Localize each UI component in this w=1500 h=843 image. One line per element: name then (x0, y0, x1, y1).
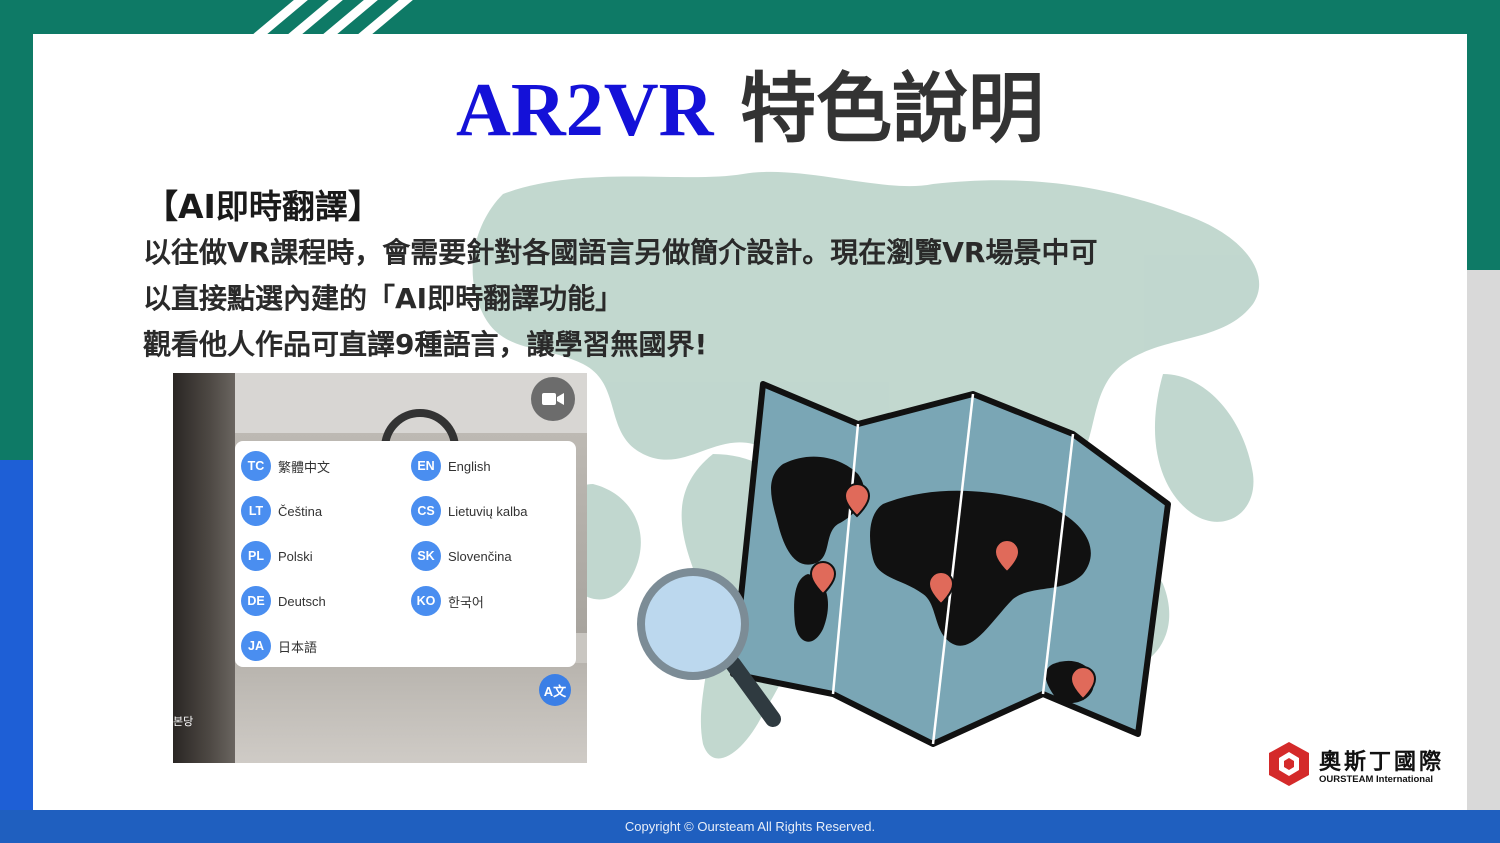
language-code-badge: EN (411, 451, 441, 481)
description-line: 以往做VR課程時，會需要針對各國語言另做簡介設計。現在瀏覽VR場景中可 (143, 236, 1098, 269)
language-option-tc[interactable]: TC 繁體中文 (241, 449, 330, 483)
language-name: English (448, 458, 491, 474)
cathedral-wall (173, 373, 235, 763)
location-label: 본당 (173, 715, 194, 728)
language-option-pl[interactable]: PL Polski (241, 539, 313, 573)
language-option-cs[interactable]: CS Lietuvių kalba (411, 494, 528, 528)
language-name: Deutsch (278, 593, 326, 609)
logo-cube-icon (1269, 742, 1309, 786)
slide-canvas: AR2VR 特色說明 【AI即時翻譯】 以往做VR課程時，會需要針對各國語言另做… (33, 34, 1467, 810)
language-code-badge: PL (241, 541, 271, 571)
vr-screenshot: TC 繁體中文 EN English LT Čeština CS Lietuvi… (173, 373, 587, 763)
copyright-text: Copyright © Oursteam All Rights Reserved… (624, 819, 876, 834)
language-name: 繁體中文 (278, 459, 331, 475)
language-name: Polski (278, 548, 313, 564)
translate-button[interactable]: A文 (539, 674, 571, 706)
language-option-lt[interactable]: LT Čeština (241, 494, 322, 528)
language-option-ja[interactable]: JA 日本語 (241, 629, 317, 663)
language-code-badge: TC (241, 451, 271, 481)
map-illustration (637, 381, 1171, 747)
logo-subtitle: OURSTEAM International (1319, 774, 1434, 785)
ground (173, 663, 587, 763)
section-subtitle: 【AI即時翻譯】 (145, 187, 381, 226)
language-code-badge: CS (411, 496, 441, 526)
language-name: Čeština (278, 503, 323, 519)
language-name: 日本語 (278, 639, 318, 655)
company-logo: 奧斯丁國際 OURSTEAM International (1267, 740, 1457, 794)
language-name: Slovenčina (448, 548, 512, 564)
language-option-en[interactable]: EN English (411, 449, 491, 483)
language-code-badge: KO (411, 586, 441, 616)
language-code-badge: DE (241, 586, 271, 616)
title-cjk: 特色說明 (740, 64, 1044, 153)
language-option-sk[interactable]: SK Slovenčina (411, 539, 512, 573)
language-code-badge: LT (241, 496, 271, 526)
description-line: 以直接點選內建的「AI即時翻譯功能」 (143, 282, 624, 315)
language-name: 한국어 (448, 594, 484, 610)
footer: Copyright © Oursteam All Rights Reserved… (0, 810, 1500, 843)
description-line: 觀看他人作品可直譯9種語言，讓學習無國界! (143, 328, 708, 361)
language-option-ko[interactable]: KO 한국어 (411, 584, 484, 618)
language-menu: TC 繁體中文 EN English LT Čeština CS Lietuvi… (235, 441, 576, 667)
video-camera-icon[interactable] (531, 377, 575, 421)
language-name: Lietuvių kalba (448, 503, 528, 519)
logo-name: 奧斯丁國際 (1319, 750, 1445, 775)
language-code-badge: SK (411, 541, 441, 571)
title-latin: AR2VR (455, 68, 714, 152)
language-code-badge: JA (241, 631, 271, 661)
decorative-stripes (250, 0, 420, 34)
language-option-de[interactable]: DE Deutsch (241, 584, 326, 618)
description: 以往做VR課程時，會需要針對各國語言另做簡介設計。現在瀏覽VR場景中可 以直接點… (143, 230, 1097, 368)
page-title: AR2VR 特色說明 (33, 64, 1467, 155)
